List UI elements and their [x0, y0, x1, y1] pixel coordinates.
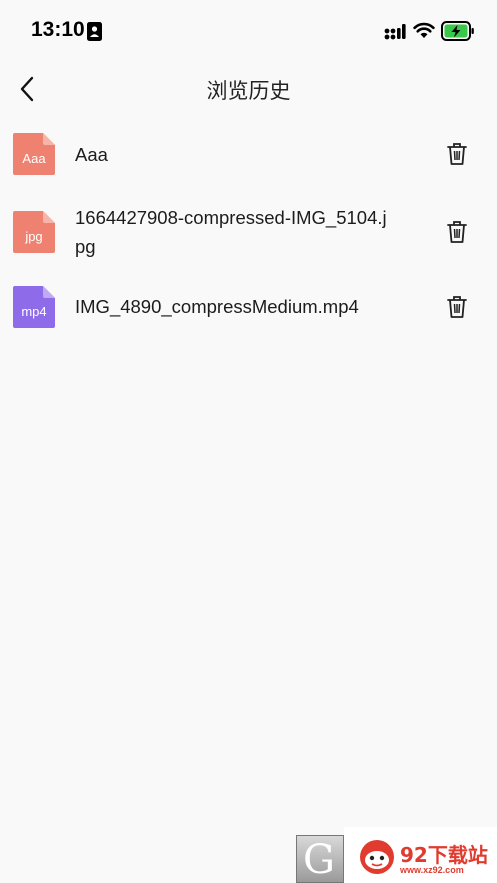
file-name: IMG_4890_compressMedium.mp4 [75, 296, 359, 317]
file-name: Aaa [75, 144, 108, 165]
watermark-logo-icon [360, 840, 394, 874]
list-item[interactable]: jpg 1664427908-compressed-IMG_5104.jpg [0, 194, 497, 272]
list-item[interactable]: Aaa Aaa [0, 116, 497, 194]
signal-icon [384, 24, 406, 40]
screen: 13:10 浏览历史 Aaa Aaa jpg 1664427908-compre… [0, 0, 497, 883]
list-item[interactable]: mp4 IMG_4890_compressMedium.mp4 [0, 272, 497, 350]
wifi-icon [413, 22, 435, 38]
file-type-badge: mp4 [21, 304, 46, 319]
document-file-icon: Aaa [13, 133, 55, 175]
watermark-text: 92下载站 [400, 843, 488, 867]
status-bar: 13:10 [0, 0, 497, 62]
id-card-icon [87, 22, 102, 41]
trash-icon [447, 296, 467, 318]
video-file-icon: mp4 [13, 286, 55, 328]
image-file-icon: jpg [13, 211, 55, 253]
delete-button[interactable] [443, 140, 471, 168]
watermark: G 92下载站 www.xz92.com [296, 827, 497, 883]
watermark-url: www.xz92.com [400, 865, 464, 875]
trash-icon [447, 221, 467, 243]
page-title: 浏览历史 [206, 79, 291, 103]
trash-icon [447, 143, 467, 165]
nav-bar: 浏览历史 [0, 62, 497, 114]
file-type-badge: Aaa [22, 151, 46, 166]
battery-charging-icon [441, 21, 474, 41]
file-name: 1664427908-compressed-IMG_5104.jpg [75, 207, 387, 257]
watermark-badge: 92下载站 www.xz92.com [344, 827, 497, 883]
watermark-graphic: G [296, 835, 344, 883]
delete-button[interactable] [443, 293, 471, 321]
delete-button[interactable] [443, 218, 471, 246]
status-time: 13:10 [31, 18, 85, 41]
file-type-badge: jpg [24, 229, 42, 244]
